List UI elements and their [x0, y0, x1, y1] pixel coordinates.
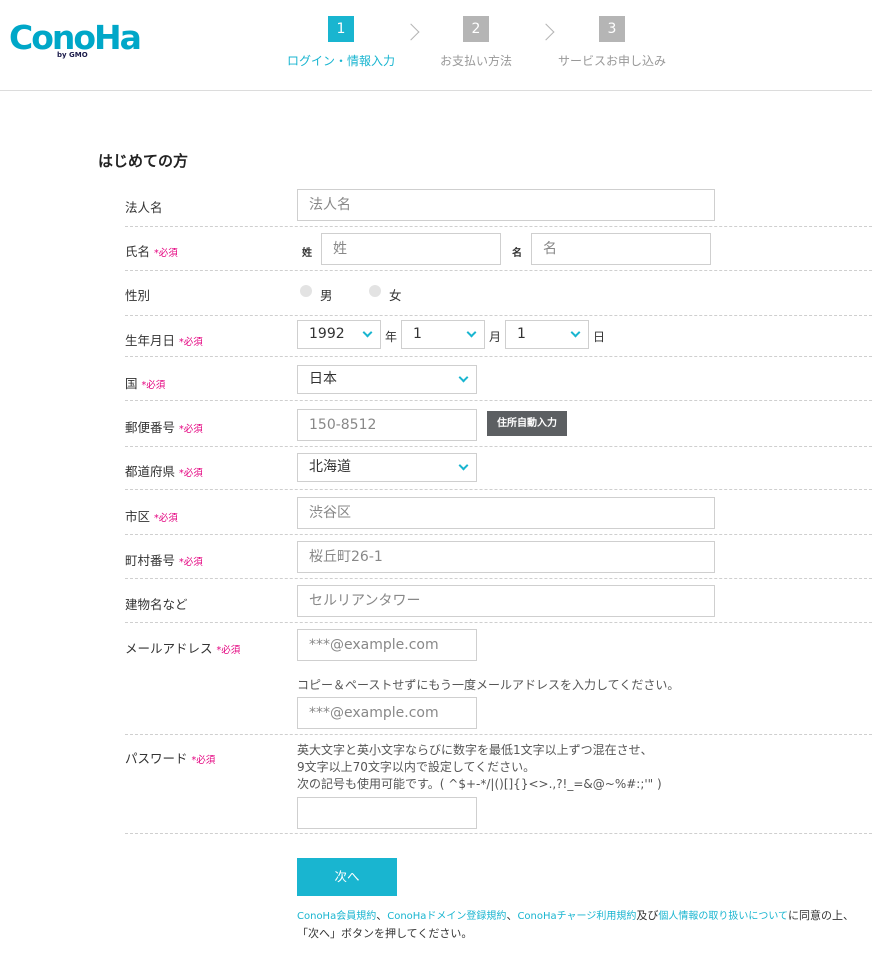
required-mark: *必須: [154, 248, 178, 259]
city-label: 市区 *必須: [125, 506, 178, 525]
conoha-logo[interactable]: ConoHa by GMO: [9, 18, 142, 62]
required-mark: *必須: [154, 513, 178, 524]
step-3-label: サービスお申し込み: [557, 54, 666, 68]
step-1-number: 1: [328, 16, 354, 42]
prefecture-value: 北海道: [309, 459, 351, 475]
header: ConoHa by GMO 1 ログイン・情報入力 2 お支払い方法 3 サービ…: [0, 0, 872, 91]
town-input[interactable]: 桜丘町26-1: [297, 541, 715, 573]
terms-separator: 、: [376, 909, 388, 922]
password-note-3: 次の記号も使用可能です。( ^$+-*/|()[]{}<>.,?!_=&@~%#…: [297, 777, 662, 791]
section-title: はじめての方: [98, 152, 189, 170]
password-label: パスワード *必須: [125, 748, 215, 767]
next-button[interactable]: 次へ: [297, 858, 397, 896]
row-gender: 性別: [125, 271, 872, 316]
terms-line-1: ConoHa会員規約、ConoHaドメイン登録規約、ConoHaチャージ利用規約…: [297, 907, 854, 925]
city-label-text: 市区: [125, 509, 151, 524]
required-mark: *必須: [216, 645, 241, 656]
name-label-text: 氏名: [125, 244, 151, 259]
name-label: 氏名 *必須: [125, 241, 178, 260]
birth-month-select[interactable]: 1: [401, 320, 485, 349]
logo-sub: by GMO: [57, 51, 88, 59]
year-unit: 年: [385, 330, 398, 344]
step-3-number: 3: [599, 16, 625, 42]
town-label: 町村番号 *必須: [125, 550, 203, 569]
step-3: 3 サービスお申し込み: [555, 16, 669, 69]
terms-separator: 、: [506, 909, 518, 922]
chevron-down-icon: [466, 327, 477, 338]
email-confirm-note: コピー＆ペーストせずにもう一度メールアドレスを入力してください。: [297, 678, 680, 692]
postal-label-text: 郵便番号: [125, 420, 176, 435]
chevron-right-icon: [537, 23, 555, 41]
building-input[interactable]: セルリアンタワー: [297, 585, 715, 617]
town-label-text: 町村番号: [125, 553, 176, 568]
country-label-text: 国: [125, 376, 138, 391]
chevron-right-icon: [402, 23, 420, 41]
last-name-tag: 姓: [302, 248, 312, 259]
terms-agree: に同意の上、: [788, 909, 855, 922]
password-label-text: パスワード: [125, 751, 188, 766]
row-country: 国 *必須: [125, 357, 872, 401]
corp-name-input[interactable]: 法人名: [297, 189, 715, 221]
first-name-input[interactable]: 名: [531, 233, 711, 265]
terms-link-charge[interactable]: ConoHaチャージ利用規約: [517, 911, 636, 922]
row-prefecture: 都道府県 *必須: [125, 447, 872, 490]
country-value: 日本: [309, 371, 337, 387]
terms-link-member[interactable]: ConoHa会員規約: [297, 911, 376, 922]
month-unit: 月: [489, 330, 502, 344]
chevron-down-icon: [362, 327, 373, 338]
step-2-number: 2: [463, 16, 489, 42]
prefecture-label: 都道府県 *必須: [125, 461, 203, 480]
required-mark: *必須: [179, 337, 203, 348]
birth-day-value: 1: [517, 326, 526, 342]
required-mark: *必須: [179, 468, 203, 479]
chevron-down-icon: [458, 372, 469, 383]
birthdate-label: 生年月日 *必須: [125, 330, 203, 349]
email-label-text: メールアドレス: [125, 641, 213, 656]
password-note-2: 9文字以上70文字以内で設定してください。: [297, 760, 536, 774]
country-select[interactable]: 日本: [297, 365, 477, 394]
birth-year-value: 1992: [309, 326, 345, 342]
building-label: 建物名など: [125, 597, 188, 612]
required-mark: *必須: [141, 380, 166, 391]
postal-label: 郵便番号 *必須: [125, 417, 203, 436]
postal-input[interactable]: 150-8512: [297, 409, 477, 441]
prefecture-label-text: 都道府県: [125, 464, 176, 479]
required-mark: *必須: [179, 424, 203, 435]
terms-notice: ConoHa会員規約、ConoHaドメイン登録規約、ConoHaチャージ利用規約…: [297, 907, 854, 942]
email-confirm-input[interactable]: ***@example.com: [297, 697, 477, 729]
password-input[interactable]: [297, 797, 477, 829]
terms-and: 及び: [636, 909, 659, 922]
email-input[interactable]: ***@example.com: [297, 629, 477, 661]
terms-line-2: 「次へ」ボタンを押してください。: [297, 927, 473, 940]
step-1-label: ログイン・情報入力: [286, 54, 395, 68]
auto-address-button[interactable]: 住所自動入力: [487, 411, 567, 436]
required-mark: *必須: [191, 755, 216, 766]
chevron-down-icon: [570, 327, 581, 338]
gender-male-radio[interactable]: [300, 285, 312, 297]
step-2: 2 お支払い方法: [436, 16, 516, 69]
gender-female-label[interactable]: 女: [389, 285, 402, 304]
first-name-tag: 名: [512, 248, 522, 259]
day-unit: 日: [593, 330, 606, 344]
last-name-input[interactable]: 姓: [321, 233, 501, 265]
step-2-label: お支払い方法: [439, 54, 512, 68]
terms-link-domain[interactable]: ConoHaドメイン登録規約: [387, 911, 506, 922]
prefecture-select[interactable]: 北海道: [297, 453, 477, 482]
city-input[interactable]: 渋谷区: [297, 497, 715, 529]
birth-month-value: 1: [413, 326, 422, 342]
step-1: 1 ログイン・情報入力: [285, 16, 397, 69]
birth-day-select[interactable]: 1: [505, 320, 589, 349]
birthdate-label-text: 生年月日: [125, 333, 176, 348]
password-note-1: 英大文字と英小文字ならびに数字を最低1文字以上ずつ混在させ、: [297, 743, 653, 757]
gender-label: 性別: [125, 288, 151, 303]
country-label: 国 *必須: [125, 373, 165, 392]
gender-female-radio[interactable]: [369, 285, 381, 297]
required-mark: *必須: [179, 557, 203, 568]
corp-name-label: 法人名: [125, 200, 163, 215]
terms-link-privacy[interactable]: 個人情報の取り扱いについて: [658, 911, 788, 922]
birth-year-select[interactable]: 1992: [297, 320, 381, 349]
email-label: メールアドレス *必須: [125, 638, 240, 657]
gender-male-label[interactable]: 男: [320, 285, 333, 304]
chevron-down-icon: [458, 460, 469, 471]
